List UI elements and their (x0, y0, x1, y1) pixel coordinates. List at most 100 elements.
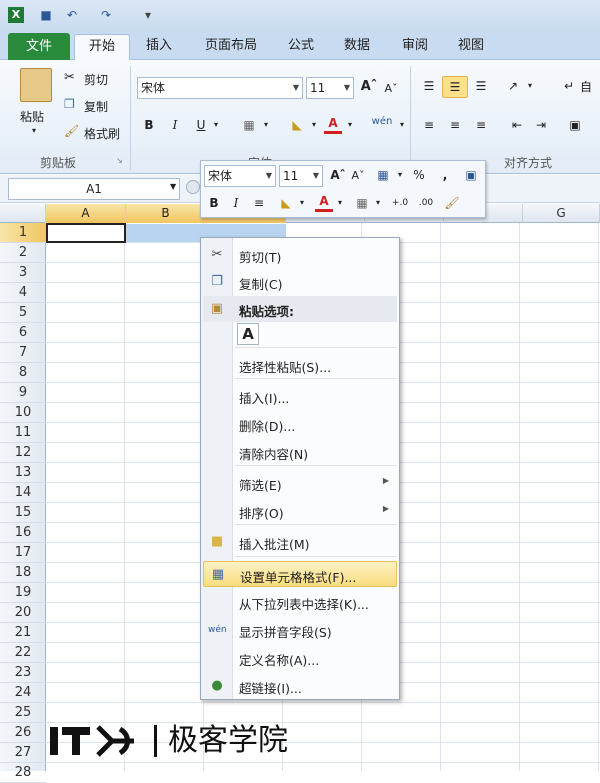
tab-review[interactable]: 审阅 (392, 34, 438, 60)
active-cell[interactable] (46, 223, 126, 243)
align-left-icon[interactable]: ≡ (418, 115, 440, 135)
mini-font-name-combo[interactable]: 宋体 ▼ (204, 165, 276, 187)
tab-insert[interactable]: 插入 (136, 34, 182, 60)
select-all-button[interactable] (0, 204, 46, 223)
row-header[interactable]: 5 (0, 303, 46, 323)
paste-button[interactable]: 粘贴 (20, 108, 44, 125)
row-header[interactable]: 27 (0, 743, 46, 763)
grow-font-icon[interactable]: Aˆ (360, 77, 378, 97)
undo-icon[interactable]: ↶ (64, 7, 80, 23)
row-header[interactable]: 17 (0, 543, 46, 563)
mini-shrink-font-icon[interactable]: Aˇ (349, 166, 367, 186)
italic-icon[interactable]: I (166, 115, 184, 135)
font-color-dropdown-icon[interactable]: ▾ (344, 115, 356, 135)
mini-center-icon[interactable]: ≡ (249, 193, 269, 213)
fill-dropdown-icon[interactable]: ▾ (308, 115, 320, 135)
mini-border-dropdown-icon[interactable]: ▾ (373, 193, 383, 213)
row-header[interactable]: 16 (0, 523, 46, 543)
save-icon[interactable]: ■ (38, 7, 54, 23)
menu-item[interactable]: ✂ 剪切(T) (203, 242, 397, 268)
column-header[interactable]: G (523, 204, 600, 223)
menu-item[interactable]: wén 显示拼音字段(S) (203, 617, 397, 643)
tab-formulas[interactable]: 公式 (278, 34, 324, 60)
shrink-font-icon[interactable]: Aˇ (382, 79, 400, 99)
menu-item[interactable]: 删除(D)... (203, 411, 397, 437)
menu-item[interactable]: ❐ 复制(C) (203, 269, 397, 295)
paste-icon[interactable] (20, 68, 52, 102)
align-middle-icon[interactable]: ☰ (442, 76, 468, 98)
mini-fill-dropdown-icon[interactable]: ▾ (297, 193, 307, 213)
row-header[interactable]: 8 (0, 363, 46, 383)
pinyin-icon[interactable]: wén (370, 112, 394, 132)
mini-increase-decimal-icon[interactable]: +.0 (389, 193, 411, 213)
paste-option-keep-source[interactable]: A (237, 323, 259, 345)
row-header[interactable]: 13 (0, 463, 46, 483)
border-icon[interactable]: ▦ (240, 115, 258, 135)
wrap-text-label[interactable]: 自 (580, 78, 592, 95)
name-box[interactable]: A1 (8, 178, 180, 200)
pinyin-dropdown-icon[interactable]: ▾ (396, 115, 408, 135)
menu-item[interactable]: 从下拉列表中选择(K)... (203, 589, 397, 615)
orientation-dropdown-icon[interactable]: ▾ (524, 76, 536, 96)
cut-button[interactable]: 剪切 (84, 71, 108, 88)
border-dropdown-icon[interactable]: ▾ (260, 115, 272, 135)
menu-item[interactable]: 清除内容(N) (203, 439, 397, 465)
mini-decrease-decimal-icon[interactable]: .00 (415, 193, 437, 213)
customize-qat-icon[interactable]: ▾ (140, 7, 156, 23)
row-header[interactable]: 4 (0, 283, 46, 303)
menu-item[interactable]: 排序(O) ▶ (203, 498, 397, 524)
row-header[interactable]: 25 (0, 703, 46, 723)
menu-item[interactable]: ● 超链接(I)... (203, 673, 397, 699)
align-bottom-icon[interactable]: ☰ (470, 76, 492, 96)
menu-item[interactable]: 定义名称(A)... (203, 645, 397, 671)
row-header[interactable]: 19 (0, 583, 46, 603)
decrease-indent-icon[interactable]: ⇤ (506, 115, 528, 135)
row-header[interactable]: 12 (0, 443, 46, 463)
mini-fill-color-icon[interactable]: ◣ (277, 193, 295, 213)
mini-accounting-icon[interactable]: ▦ (373, 165, 393, 185)
mini-font-color-icon[interactable]: A (315, 193, 333, 212)
bold-icon[interactable]: B (140, 115, 158, 135)
menu-item[interactable]: 选择性粘贴(S)... (203, 352, 397, 378)
font-color-icon[interactable]: A (324, 115, 342, 134)
row-header[interactable]: 7 (0, 343, 46, 363)
tab-file[interactable]: 文件 (8, 33, 70, 60)
mini-border-icon[interactable]: ▦ (353, 193, 371, 213)
mini-bold-icon[interactable]: B (205, 193, 223, 213)
underline-icon[interactable]: U (192, 115, 210, 135)
row-header[interactable]: 23 (0, 663, 46, 683)
format-painter-button[interactable]: 格式刷 (84, 125, 120, 142)
row-header[interactable]: 22 (0, 643, 46, 663)
align-right-icon[interactable]: ≡ (470, 115, 492, 135)
mini-font-size-combo[interactable]: 11 ▼ (279, 165, 323, 187)
increase-indent-icon[interactable]: ⇥ (530, 115, 552, 135)
row-header[interactable]: 10 (0, 403, 46, 423)
row-header[interactable]: 18 (0, 563, 46, 583)
row-header[interactable]: 26 (0, 723, 46, 743)
menu-item[interactable]: 筛选(E) ▶ (203, 470, 397, 496)
row-header[interactable]: 9 (0, 383, 46, 403)
align-center-icon[interactable]: ≡ (444, 115, 466, 135)
orientation-icon[interactable]: ↗ (502, 76, 524, 96)
row-header[interactable]: 15 (0, 503, 46, 523)
row-header[interactable]: 24 (0, 683, 46, 703)
clipboard-launcher-icon[interactable]: ↘ (116, 156, 123, 165)
mini-grow-font-icon[interactable]: Aˆ (329, 165, 347, 185)
row-header[interactable]: 2 (0, 243, 46, 263)
paste-dropdown-icon[interactable]: ▾ (32, 126, 36, 135)
mini-accounting-dropdown-icon[interactable]: ▾ (395, 165, 405, 185)
row-header[interactable]: 21 (0, 623, 46, 643)
tab-view[interactable]: 视图 (448, 34, 494, 60)
align-top-icon[interactable]: ☰ (418, 76, 440, 96)
copy-button[interactable]: 复制 (84, 98, 108, 115)
mini-merge-icon[interactable]: ▣ (461, 165, 481, 185)
wrap-text-icon[interactable]: ↵ (562, 76, 576, 96)
menu-item[interactable]: ▣ 粘贴选项: (203, 296, 397, 322)
mini-italic-icon[interactable]: I (227, 193, 245, 213)
underline-dropdown-icon[interactable]: ▾ (210, 115, 222, 135)
formula-options-icon[interactable] (186, 180, 200, 194)
row-header[interactable]: 28 (0, 763, 46, 783)
mini-comma-button[interactable]: , (439, 165, 451, 185)
mini-percent-button[interactable]: % (411, 165, 427, 185)
row-header[interactable]: 14 (0, 483, 46, 503)
